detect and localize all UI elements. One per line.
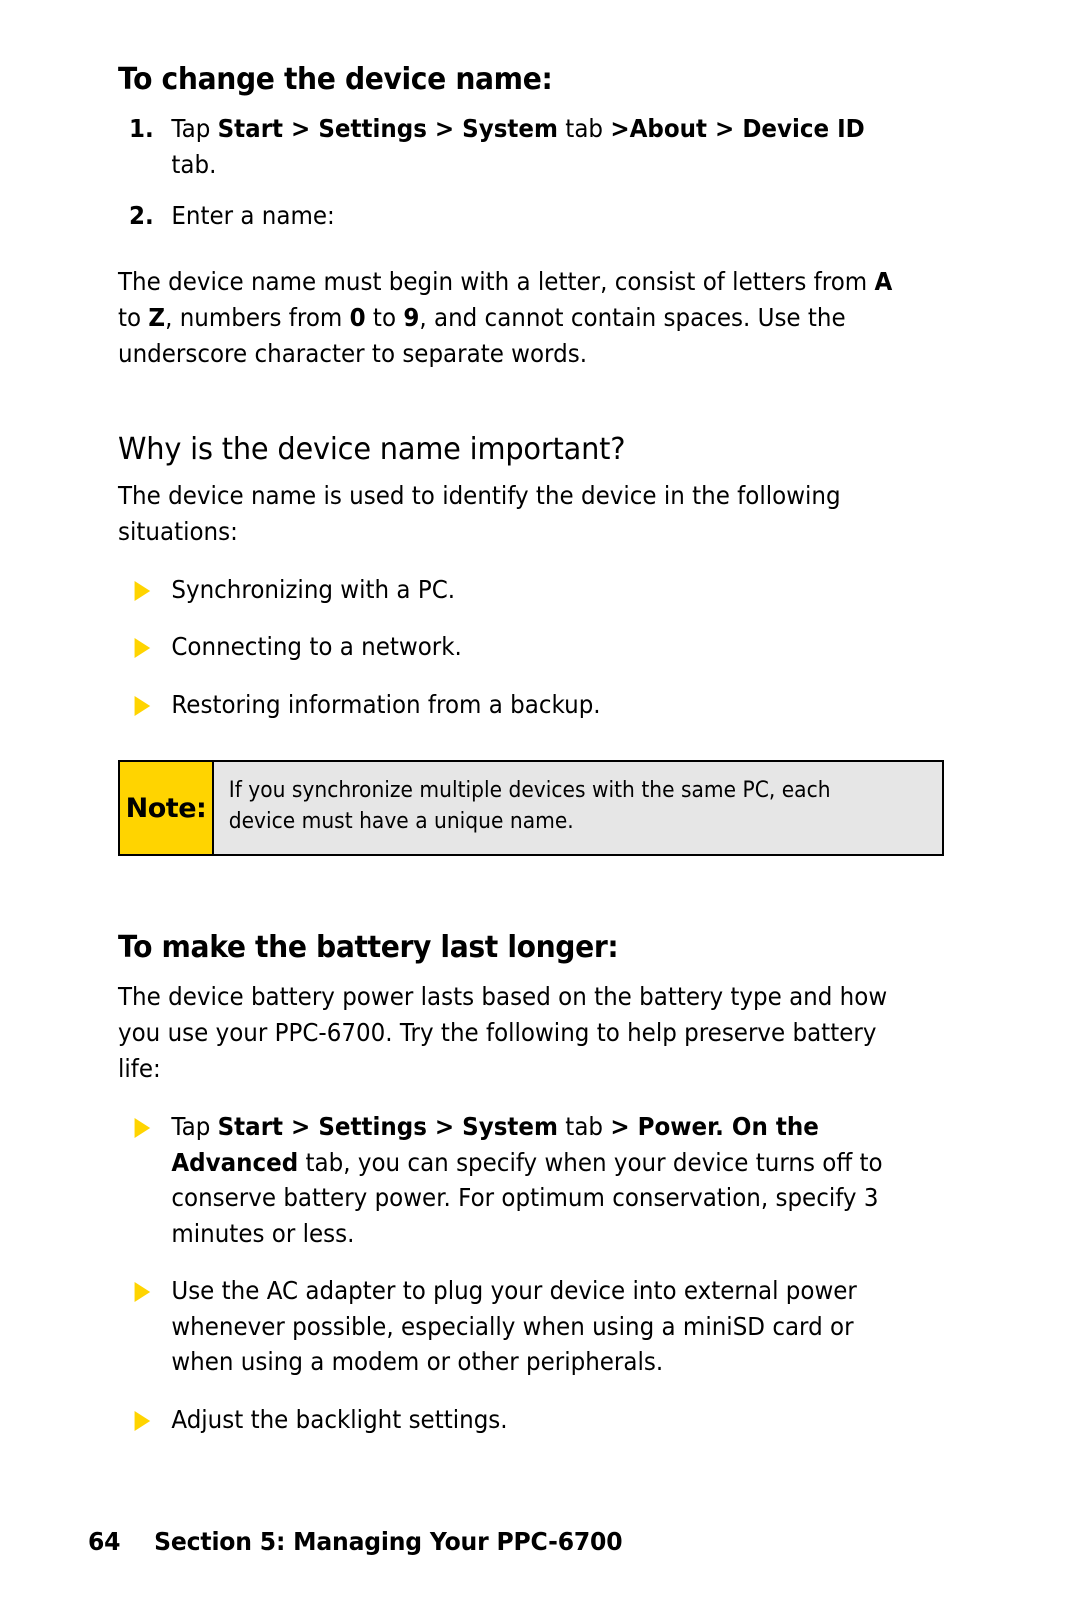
triangle-bullet-icon [134,638,151,659]
triangle-bullet-icon [134,1118,151,1139]
list-item: Tap Start > Settings > System tab > Powe… [118,1109,895,1251]
list-item-text: Synchronizing with a PC. [171,574,456,604]
battery-intro-paragraph: The device battery power lasts based on … [118,982,888,1084]
step-number: 1. [129,114,154,144]
list-item: Adjust the backlight settings. [118,1402,895,1438]
manual-page: To change the device name: 1. Tap Start … [0,0,1080,1614]
numbered-step-2: 2. Enter a name: [118,198,895,234]
heading-why-device-name-important: Why is the device name important? [118,431,626,467]
note-callout: Note: If you synchronize multiple device… [118,760,944,856]
heading-battery-last-longer: To make the battery last longer: [118,929,619,965]
battery-bullets: Tap Start > Settings > System tab > Powe… [118,1109,963,1437]
triangle-bullet-icon [134,695,151,716]
list-item: Synchronizing with a PC. [118,572,895,608]
note-text: If you synchronize multiple devices with… [228,778,831,835]
list-item-text: Connecting to a network. [171,632,462,662]
list-item-text: Use the AC adapter to plug your device i… [171,1276,857,1377]
note-label: Note: [120,762,214,854]
list-item-text: Restoring information from a backup. [171,689,601,719]
heading-change-device-name: To change the device name: [118,62,553,97]
step-text: Enter a name: [171,201,335,231]
list-item: Restoring information from a backup. [118,687,895,723]
list-item: Connecting to a network. [118,629,895,665]
list-item-text: Tap Start > Settings > System tab > Powe… [171,1112,883,1248]
device-name-rules-paragraph: The device name must begin with a letter… [118,266,893,368]
page-content: To change the device name: 1. Tap Start … [118,62,963,1459]
why-important-bullets: Synchronizing with a PC. Connecting to a… [118,572,963,723]
triangle-bullet-icon [134,1410,151,1431]
triangle-bullet-icon [134,1282,151,1303]
triangle-bullet-icon [134,580,151,601]
footer-section-title: Section 5: Managing Your PPC-6700 [154,1527,623,1556]
list-item: Use the AC adapter to plug your device i… [118,1273,895,1380]
page-footer: 64 Section 5: Managing Your PPC-6700 [88,1527,623,1556]
list-item-text: Adjust the backlight settings. [171,1404,508,1434]
why-important-paragraph: The device name is used to identify the … [118,480,841,546]
numbered-step-1: 1. Tap Start > Settings > System tab >Ab… [118,111,895,182]
page-number: 64 [88,1527,121,1556]
step-text: Tap Start > Settings > System tab >About… [171,114,865,179]
change-device-name-steps: 1. Tap Start > Settings > System tab >Ab… [118,111,963,234]
step-number: 2. [129,201,154,231]
